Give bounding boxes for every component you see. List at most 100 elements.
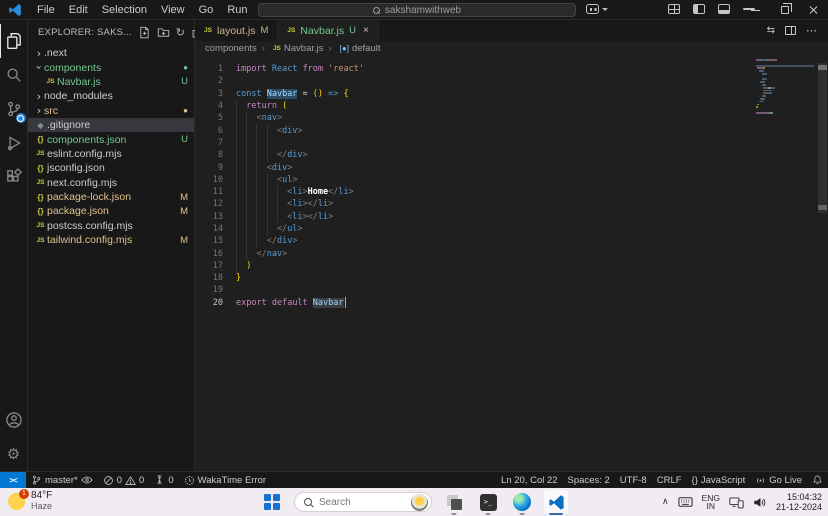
toggle-panel-icon[interactable] — [718, 4, 730, 14]
editor-scrollbar[interactable] — [816, 55, 828, 471]
start-button[interactable] — [260, 490, 284, 514]
ports-indicator[interactable]: 0 — [149, 472, 178, 488]
minimize-button[interactable] — [741, 0, 770, 20]
menu-run[interactable]: Run — [220, 4, 254, 16]
taskbar-app-vscode[interactable] — [544, 490, 568, 514]
new-file-icon[interactable] — [138, 26, 151, 39]
code-line-8[interactable]: 8</div> — [195, 149, 364, 161]
editor-more-actions-icon[interactable]: ⋯ — [806, 24, 818, 37]
breadcrumb-symbol[interactable]: [●]default — [324, 43, 381, 54]
restore-button[interactable] — [770, 0, 799, 20]
taskbar-app-terminal[interactable]: >_ — [476, 490, 500, 514]
tree-item-node-modules[interactable]: node_modules — [28, 89, 194, 103]
tree-item--next[interactable]: .next — [28, 46, 194, 60]
tree-item-postcss-config-mjs[interactable]: JSpostcss.config.mjs — [28, 219, 194, 233]
sidebar-item-search[interactable] — [0, 58, 28, 92]
taskbar-app-window-stack[interactable] — [442, 490, 466, 514]
sidebar-item-source-control[interactable] — [0, 92, 28, 126]
phone-link-icon[interactable] — [729, 496, 744, 509]
customize-layout-icon[interactable] — [668, 4, 680, 14]
minimap[interactable] — [756, 59, 814, 115]
code-line-16[interactable]: 16</nav> — [195, 247, 364, 259]
code-line-1[interactable]: 1import React from 'react' — [195, 63, 364, 75]
code-line-3[interactable]: 3const Navbar = () => { — [195, 88, 364, 100]
menu-view[interactable]: View — [154, 4, 192, 16]
code-line-5[interactable]: 5<nav> — [195, 112, 364, 124]
cursor-position[interactable]: Ln 20, Col 22 — [496, 472, 563, 488]
split-editor-icon[interactable] — [785, 26, 796, 35]
manage-button[interactable]: ⚙ — [0, 437, 28, 471]
open-changes-icon[interactable]: ⇆ — [767, 25, 775, 36]
branch-indicator[interactable]: master* — [26, 472, 98, 488]
tree-item-package-lock-json[interactable]: {}package-lock.jsonM — [28, 190, 194, 204]
code-line-13[interactable]: 13<li></li> — [195, 211, 364, 223]
js-file-icon: JS — [273, 45, 281, 52]
show-hidden-icons-chevron[interactable]: ∧ — [662, 497, 669, 507]
menu-go[interactable]: Go — [192, 4, 221, 16]
speaker-icon[interactable] — [753, 496, 767, 509]
taskbar-app-edge[interactable] — [510, 490, 534, 514]
code-line-9[interactable]: 9<div> — [195, 161, 364, 173]
encoding-indicator[interactable]: UTF-8 — [615, 472, 652, 488]
code-line-19[interactable]: 19 — [195, 284, 364, 296]
tab-layout-js[interactable]: JS layout.js M — [195, 20, 278, 41]
tree-item--gitignore[interactable]: ◆.gitignore — [28, 118, 194, 132]
indent-guide — [246, 186, 256, 198]
eol-indicator[interactable]: CRLF — [652, 472, 687, 488]
tree-item-components[interactable]: components● — [28, 60, 194, 74]
tab-navbar-js[interactable]: JS Navbar.js U × — [278, 20, 378, 41]
sidebar-item-run-and-debug[interactable] — [0, 126, 28, 160]
code-line-17[interactable]: 17) — [195, 260, 364, 272]
code-line-6[interactable]: 6<div> — [195, 124, 364, 136]
tree-item-next-config-mjs[interactable]: JSnext.config.mjs — [28, 176, 194, 190]
tree-item-navbar-js[interactable]: JSNavbar.jsU — [28, 75, 194, 89]
sidebar-item-explorer[interactable] — [0, 24, 28, 58]
language-mode[interactable]: {}JavaScript — [687, 472, 751, 488]
tree-item-eslint-config-mjs[interactable]: JSeslint.config.mjs — [28, 147, 194, 161]
toggle-primary-sidebar-icon[interactable] — [693, 4, 705, 14]
clock-widget[interactable]: 15:04:32 21-12-2024 — [776, 492, 822, 513]
breadcrumb-file[interactable]: JSNavbar.js — [257, 43, 324, 54]
code-line-11[interactable]: 11<li>Home</li> — [195, 186, 364, 198]
tree-item-src[interactable]: src● — [28, 104, 194, 118]
new-folder-icon[interactable] — [157, 26, 170, 39]
code-line-10[interactable]: 10<ul> — [195, 174, 364, 186]
sidebar-item-extensions[interactable] — [0, 160, 28, 194]
copilot-button[interactable] — [586, 4, 608, 14]
code-line-2[interactable]: 2 — [195, 75, 364, 87]
search-input[interactable] — [319, 497, 397, 508]
tree-item-tailwind-config-mjs[interactable]: JStailwind.config.mjsM — [28, 233, 194, 247]
code-line-14[interactable]: 14</ul> — [195, 223, 364, 235]
language-indicator[interactable]: ENGIN — [702, 494, 720, 511]
problems-indicator[interactable]: 0 0 — [98, 472, 150, 488]
close-button[interactable] — [799, 0, 828, 20]
tree-item-package-json[interactable]: {}package.jsonM — [28, 204, 194, 218]
menu-edit[interactable]: Edit — [62, 4, 95, 16]
menu-selection[interactable]: Selection — [95, 4, 154, 16]
indentation-indicator[interactable]: Spaces: 2 — [563, 472, 615, 488]
wakatime-status[interactable]: WakaTime Error — [179, 472, 271, 488]
tree-item-components-json[interactable]: {}components.jsonU — [28, 132, 194, 146]
code-line-12[interactable]: 12<li></li> — [195, 198, 364, 210]
touch-keyboard-icon[interactable] — [678, 496, 693, 508]
accounts-button[interactable] — [0, 403, 28, 437]
code-line-20[interactable]: 20export default Navbar — [195, 297, 364, 309]
code-line-7[interactable]: 7 — [195, 137, 364, 149]
tab-close-icon[interactable]: × — [363, 25, 369, 36]
menu-file[interactable]: File — [30, 4, 62, 16]
code-line-18[interactable]: 18} — [195, 272, 364, 284]
taskbar-search[interactable] — [294, 492, 432, 512]
command-center-search[interactable]: sakshamwithweb — [258, 3, 576, 17]
tree-item-jsconfig-json[interactable]: {}jsconfig.json — [28, 161, 194, 175]
indent-guide — [236, 186, 246, 198]
line-number: 8 — [195, 150, 223, 160]
code-line-4[interactable]: 4return ( — [195, 100, 364, 112]
code-area[interactable]: 1import React from 'react'23const Navbar… — [195, 55, 828, 471]
breadcrumb-folder[interactable]: components — [205, 43, 257, 54]
weather-widget[interactable]: 1 84°F Haze — [8, 490, 52, 512]
code-line-15[interactable]: 15</div> — [195, 235, 364, 247]
notifications-bell[interactable] — [807, 472, 828, 488]
remote-indicator[interactable]: >< — [0, 472, 26, 488]
refresh-icon[interactable]: ↻ — [176, 26, 185, 39]
go-live-button[interactable]: Go Live — [750, 472, 807, 488]
